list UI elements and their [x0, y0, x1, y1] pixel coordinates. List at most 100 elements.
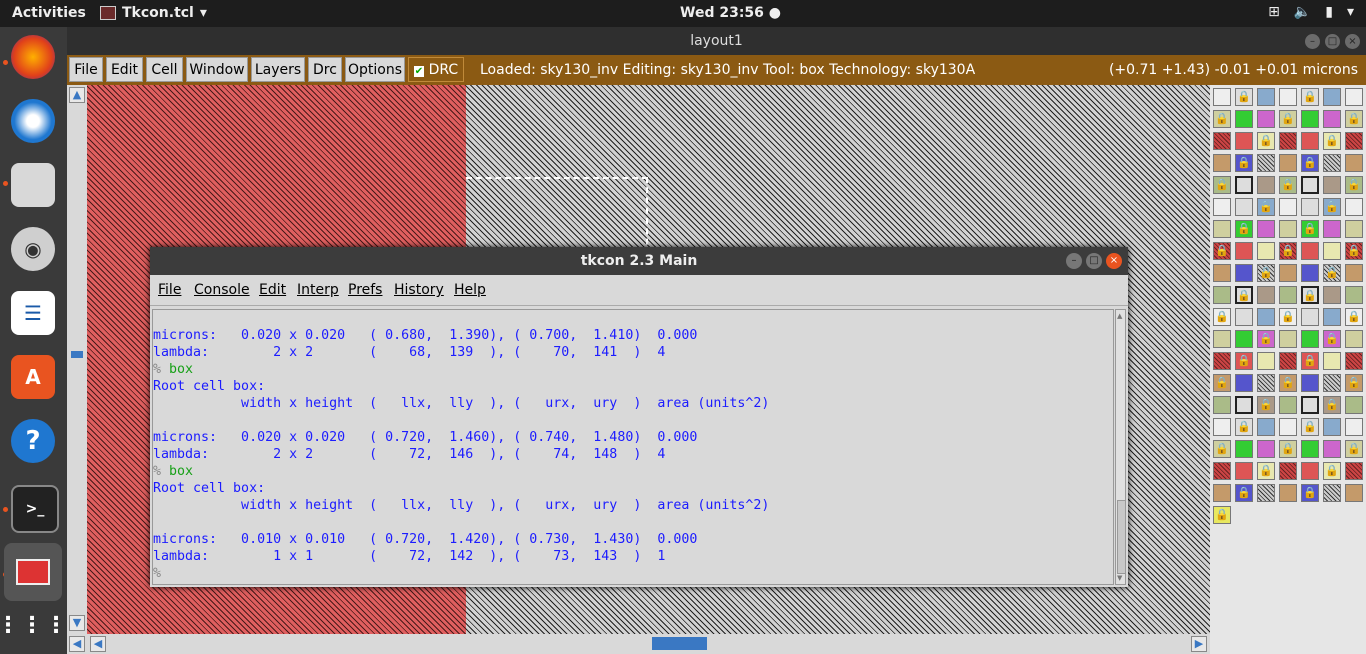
tk-menu-help[interactable]: Help: [454, 282, 486, 298]
tk-menu-prefs[interactable]: Prefs: [348, 282, 382, 298]
layer-swatch[interactable]: [1345, 198, 1363, 216]
apps-grid-icon[interactable]: ⋮⋮⋮: [0, 603, 67, 647]
layer-swatch[interactable]: [1213, 132, 1231, 150]
menu-cell[interactable]: Cell: [146, 57, 183, 82]
lock-icon[interactable]: 🔒: [1301, 286, 1319, 304]
scroll-up-icon[interactable]: ▲: [1117, 312, 1122, 320]
layer-swatch[interactable]: [1257, 418, 1275, 436]
layer-swatch[interactable]: [1235, 264, 1253, 282]
layer-swatch[interactable]: [1301, 110, 1319, 128]
help-icon[interactable]: ?: [11, 419, 55, 463]
lock-icon[interactable]: 🔒: [1235, 286, 1253, 304]
console-output[interactable]: microns: 0.020 x 0.020 ( 0.680, 1.390), …: [152, 309, 1114, 585]
layer-swatch[interactable]: [1279, 484, 1297, 502]
layer-swatch[interactable]: [1257, 154, 1275, 172]
layer-swatch[interactable]: [1257, 440, 1275, 458]
activities-button[interactable]: Activities: [12, 5, 86, 21]
layer-swatch[interactable]: [1301, 132, 1319, 150]
layer-swatch[interactable]: [1279, 132, 1297, 150]
drc-toggle[interactable]: ✔ DRC: [408, 57, 464, 82]
layer-swatch[interactable]: [1213, 462, 1231, 480]
layer-swatch[interactable]: [1279, 352, 1297, 370]
layer-swatch[interactable]: [1257, 110, 1275, 128]
rhythmbox-icon[interactable]: ◉: [11, 227, 55, 271]
layer-swatch[interactable]: [1345, 88, 1363, 106]
menu-edit[interactable]: Edit: [106, 57, 143, 82]
layer-swatch[interactable]: [1301, 396, 1319, 414]
tk-menu-file[interactable]: File: [158, 282, 181, 298]
layer-swatch[interactable]: [1301, 198, 1319, 216]
layer-swatch[interactable]: [1279, 286, 1297, 304]
lock-icon[interactable]: 🔒: [1323, 462, 1341, 480]
layer-swatch[interactable]: [1213, 484, 1231, 502]
layer-swatch[interactable]: [1213, 220, 1231, 238]
lock-icon[interactable]: 🔒: [1213, 110, 1231, 128]
layer-swatch[interactable]: [1301, 374, 1319, 392]
lock-icon[interactable]: 🔒: [1213, 374, 1231, 392]
lock-icon[interactable]: 🔒: [1323, 264, 1341, 282]
maximize-icon[interactable]: □: [1086, 253, 1102, 269]
close-icon[interactable]: ×: [1345, 34, 1360, 49]
layer-swatch[interactable]: [1257, 242, 1275, 260]
layer-swatch[interactable]: [1235, 440, 1253, 458]
layer-swatch[interactable]: [1257, 374, 1275, 392]
close-icon[interactable]: ×: [1106, 253, 1122, 269]
lock-icon[interactable]: 🔒: [1345, 440, 1363, 458]
lock-icon[interactable]: 🔒: [1345, 308, 1363, 326]
lock-icon[interactable]: 🔒: [1279, 176, 1297, 194]
layer-swatch[interactable]: [1213, 286, 1231, 304]
layer-swatch[interactable]: [1345, 220, 1363, 238]
lock-icon[interactable]: 🔒: [1301, 418, 1319, 436]
layer-swatch[interactable]: [1279, 154, 1297, 172]
layer-swatch[interactable]: [1213, 264, 1231, 282]
lock-icon[interactable]: 🔒: [1235, 352, 1253, 370]
magic-icon[interactable]: [4, 543, 62, 601]
scroll-left-arrow-icon[interactable]: ◀: [90, 636, 106, 652]
scroll-thumb[interactable]: [652, 637, 707, 650]
console-scrollbar[interactable]: ▲ ▼: [1115, 309, 1126, 585]
lock-icon[interactable]: 🔒: [1301, 88, 1319, 106]
lock-icon[interactable]: 🔒: [1323, 330, 1341, 348]
layer-swatch[interactable]: [1345, 462, 1363, 480]
layer-swatch[interactable]: [1235, 242, 1253, 260]
layer-swatch[interactable]: [1323, 88, 1341, 106]
layer-swatch[interactable]: [1279, 198, 1297, 216]
layer-swatch[interactable]: [1257, 286, 1275, 304]
layer-swatch[interactable]: [1301, 176, 1319, 194]
layer-swatch[interactable]: [1213, 88, 1231, 106]
layer-swatch[interactable]: [1323, 308, 1341, 326]
lock-icon[interactable]: 🔒: [1345, 242, 1363, 260]
minimize-icon[interactable]: –: [1066, 253, 1082, 269]
layer-swatch[interactable]: [1279, 418, 1297, 436]
lock-icon[interactable]: 🔒: [1257, 330, 1275, 348]
lock-icon[interactable]: 🔒: [1345, 374, 1363, 392]
lock-icon[interactable]: 🔒: [1345, 110, 1363, 128]
lock-icon[interactable]: 🔒: [1235, 88, 1253, 106]
tk-menu-interp[interactable]: Interp: [297, 282, 339, 298]
lock-icon[interactable]: 🔒: [1213, 506, 1231, 524]
layer-swatch[interactable]: [1279, 330, 1297, 348]
layer-swatch[interactable]: [1235, 308, 1253, 326]
tk-menu-edit[interactable]: Edit: [259, 282, 286, 298]
scroll-left-icon[interactable]: ◀: [69, 636, 85, 652]
layer-swatch[interactable]: [1301, 308, 1319, 326]
lock-icon[interactable]: 🔒: [1279, 374, 1297, 392]
lock-icon[interactable]: 🔒: [1301, 484, 1319, 502]
layer-swatch[interactable]: [1235, 176, 1253, 194]
layer-swatch[interactable]: [1279, 264, 1297, 282]
layer-swatch[interactable]: [1345, 286, 1363, 304]
layer-swatch[interactable]: [1301, 462, 1319, 480]
layer-swatch[interactable]: [1235, 396, 1253, 414]
layer-swatch[interactable]: [1345, 132, 1363, 150]
lock-icon[interactable]: 🔒: [1279, 308, 1297, 326]
layer-swatch[interactable]: [1257, 88, 1275, 106]
lock-icon[interactable]: 🔒: [1301, 352, 1319, 370]
lock-icon[interactable]: 🔒: [1323, 198, 1341, 216]
layer-swatch[interactable]: [1279, 396, 1297, 414]
tkcon-titlebar[interactable]: tkcon 2.3 Main – □ ×: [150, 247, 1128, 275]
lock-icon[interactable]: 🔒: [1235, 484, 1253, 502]
layer-swatch[interactable]: [1213, 330, 1231, 348]
scroll-right-icon[interactable]: ▶: [1191, 636, 1207, 652]
lock-icon[interactable]: 🔒: [1301, 220, 1319, 238]
lock-icon[interactable]: 🔒: [1235, 418, 1253, 436]
